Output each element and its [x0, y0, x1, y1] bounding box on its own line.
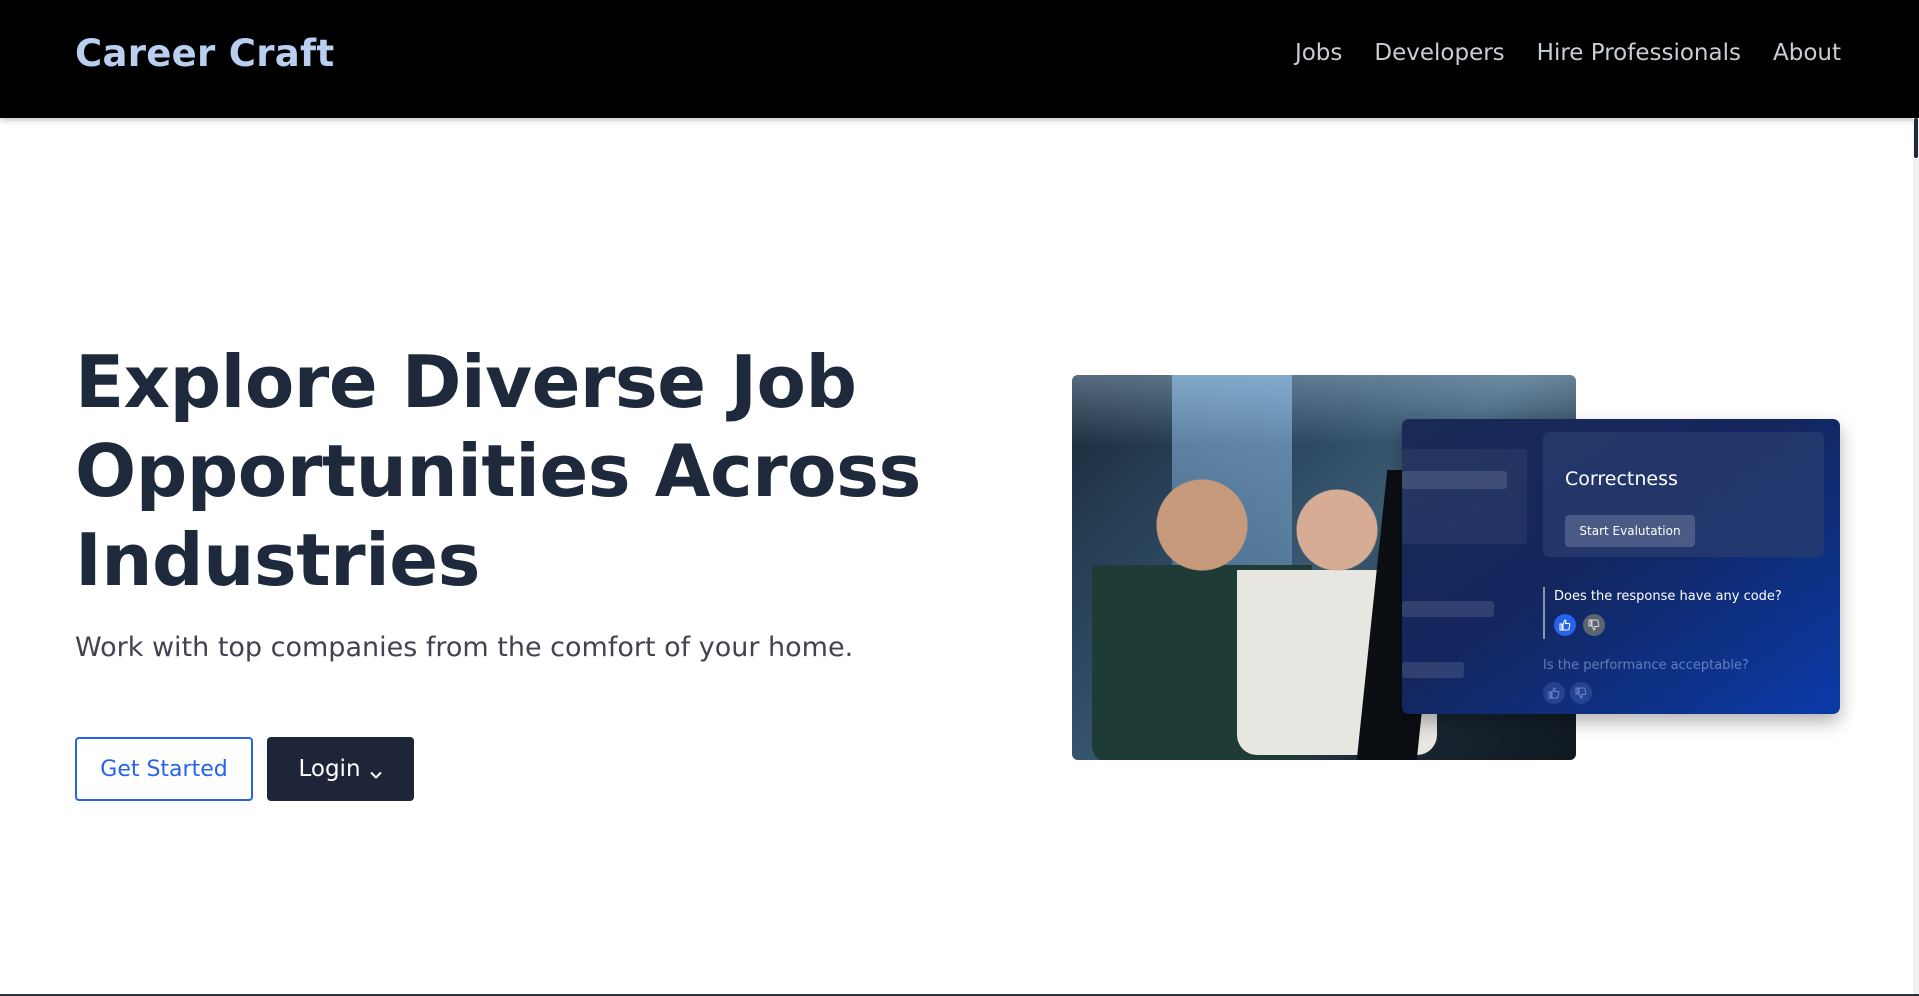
hero-subtitle: Work with top companies from the comfort… [75, 632, 854, 663]
top-navbar: Career Craft Jobs Developers Hire Profes… [0, 0, 1919, 118]
question-2: Is the performance acceptable? [1543, 658, 1749, 673]
nav-link-developers[interactable]: Developers [1374, 40, 1504, 66]
login-label: Login [298, 756, 361, 782]
correctness-title: Correctness [1565, 468, 1678, 490]
hero-title: Explore Diverse Job Opportunities Across… [75, 340, 921, 602]
start-evaluation-button[interactable]: Start Evalutation [1565, 515, 1695, 547]
nav-link-hire-professionals[interactable]: Hire Professionals [1537, 40, 1741, 66]
placeholder-card [1402, 449, 1527, 544]
get-started-button[interactable]: Get Started [75, 737, 253, 801]
main-nav: Jobs Developers Hire Professionals About [1295, 40, 1841, 66]
nav-link-about[interactable]: About [1773, 40, 1841, 66]
thumbs-up-icon[interactable] [1554, 614, 1576, 636]
brand-logo[interactable]: Career Craft [75, 32, 334, 75]
thumbs-up-icon[interactable] [1543, 682, 1565, 704]
scrollbar-track[interactable] [1913, 118, 1919, 996]
login-dropdown-button[interactable]: Login [267, 737, 414, 801]
nav-link-jobs[interactable]: Jobs [1295, 40, 1342, 66]
thumbs-down-icon[interactable] [1583, 614, 1605, 636]
placeholder-bar [1402, 662, 1464, 678]
correctness-card: Correctness Start Evalutation [1543, 432, 1824, 557]
scrollbar-thumb[interactable] [1914, 118, 1918, 158]
question-divider [1543, 587, 1545, 639]
thumbs-down-icon[interactable] [1570, 682, 1592, 704]
get-started-label: Get Started [100, 756, 228, 782]
chevron-down-icon [369, 762, 383, 779]
evaluation-panel: Correctness Start Evalutation Does the r… [1402, 419, 1840, 714]
placeholder-bar [1402, 601, 1494, 617]
question-1: Does the response have any code? [1554, 589, 1782, 604]
